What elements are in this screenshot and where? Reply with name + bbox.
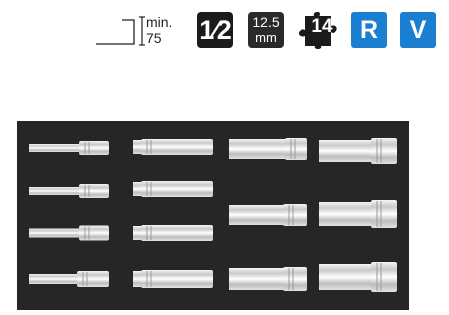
socket-shank: [29, 274, 79, 284]
socket-shank: [229, 139, 287, 159]
socket-shank: [319, 202, 373, 226]
socket-shank: [319, 140, 373, 162]
socket-10: [229, 204, 307, 226]
socket-14: [319, 262, 397, 292]
socket-shank: [29, 187, 81, 195]
socket-3: [29, 225, 109, 241]
socket-shank: [229, 268, 285, 290]
socket-head: [79, 141, 109, 155]
depth-value: 75: [146, 30, 162, 46]
socket-head: [79, 225, 109, 241]
piece-count: 14: [311, 16, 333, 37]
socket-shank: [229, 205, 285, 225]
tray-drawing: [29, 138, 397, 292]
badge-v: V: [400, 12, 436, 48]
socket-head: [79, 184, 109, 198]
socket-7: [133, 225, 213, 241]
socket-shank: [29, 144, 81, 152]
socket-head: [141, 181, 213, 197]
socket-head: [283, 204, 307, 226]
socket-12: [319, 138, 397, 164]
socket-9: [229, 138, 307, 160]
socket-13: [319, 200, 397, 228]
size-unit: mm: [255, 30, 277, 45]
depth-indicator: min. 75: [94, 14, 174, 48]
socket-shank: [319, 264, 373, 290]
socket-head: [371, 262, 397, 292]
square-drive-mm-icon: 12.5 mm: [248, 12, 284, 48]
socket-4: [29, 271, 109, 287]
socket-head: [77, 271, 109, 287]
socket-1: [29, 141, 109, 155]
socket-head: [371, 138, 397, 164]
drive-size-label: 1⁄2: [199, 15, 232, 45]
socket-6: [133, 181, 213, 197]
socket-head: [141, 225, 213, 241]
size-value: 12.5: [252, 14, 280, 30]
badge-r: R: [351, 12, 387, 48]
socket-head: [371, 200, 397, 228]
socket-head: [141, 139, 213, 155]
socket-2: [29, 184, 109, 198]
foam-tray: [17, 121, 409, 310]
socket-8: [133, 270, 213, 288]
socket-11: [229, 267, 307, 291]
drive-size-icon: 1⁄2: [197, 12, 233, 48]
depth-gauge-icon: [96, 16, 145, 46]
socket-head: [285, 138, 307, 160]
socket-5: [133, 139, 213, 155]
socket-shank: [29, 228, 81, 238]
puzzle-piece-icon: 14: [297, 10, 341, 50]
socket-head: [141, 270, 213, 288]
socket-head: [283, 267, 307, 291]
depth-min-label: min.: [146, 14, 173, 30]
